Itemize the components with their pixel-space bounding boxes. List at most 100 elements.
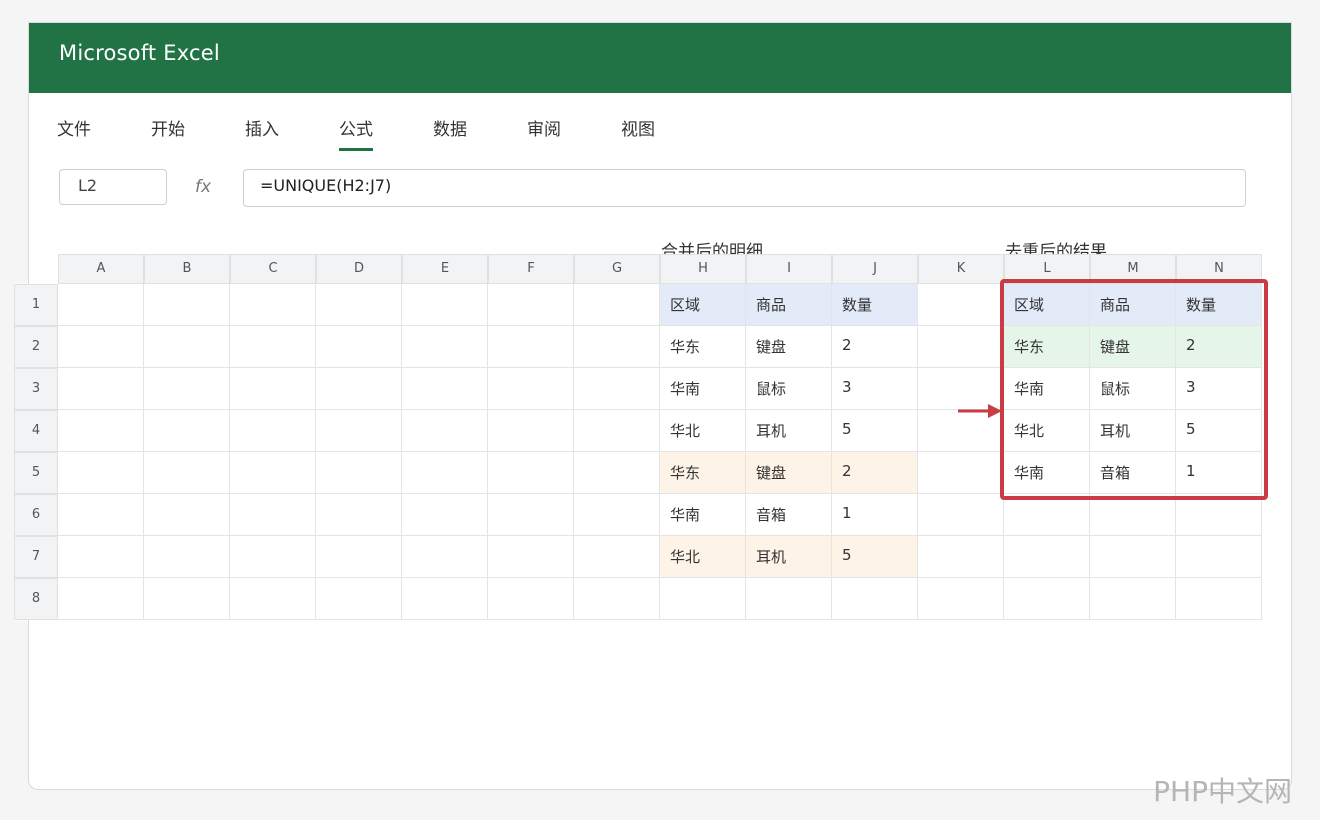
cell-l8[interactable]	[1004, 578, 1090, 620]
cell-c4[interactable]	[230, 410, 316, 452]
cell-j6[interactable]: 1	[832, 494, 918, 536]
cell-j5[interactable]: 2	[832, 452, 918, 494]
cell-d5[interactable]	[316, 452, 402, 494]
cell-b8[interactable]	[144, 578, 230, 620]
cell-f7[interactable]	[488, 536, 574, 578]
cell-l7[interactable]	[1004, 536, 1090, 578]
row-header-8[interactable]: 8	[14, 578, 58, 620]
column-header-e[interactable]: E	[402, 254, 488, 284]
column-header-b[interactable]: B	[144, 254, 230, 284]
row-header-2[interactable]: 2	[14, 326, 58, 368]
row-header-5[interactable]: 5	[14, 452, 58, 494]
cell-h7[interactable]: 华北	[660, 536, 746, 578]
cell-i7[interactable]: 耳机	[746, 536, 832, 578]
column-header-d[interactable]: D	[316, 254, 402, 284]
cell-d8[interactable]	[316, 578, 402, 620]
row-header-7[interactable]: 7	[14, 536, 58, 578]
tab-review[interactable]: 审阅	[527, 115, 561, 148]
cell-d3[interactable]	[316, 368, 402, 410]
cell-e3[interactable]	[402, 368, 488, 410]
row-header-1[interactable]: 1	[14, 284, 58, 326]
cell-c5[interactable]	[230, 452, 316, 494]
cell-h6[interactable]: 华南	[660, 494, 746, 536]
cell-b6[interactable]	[144, 494, 230, 536]
cell-g1[interactable]	[574, 284, 660, 326]
cell-f1[interactable]	[488, 284, 574, 326]
cell-b4[interactable]	[144, 410, 230, 452]
row-header-4[interactable]: 4	[14, 410, 58, 452]
cell-i3[interactable]: 鼠标	[746, 368, 832, 410]
row-header-3[interactable]: 3	[14, 368, 58, 410]
cell-e5[interactable]	[402, 452, 488, 494]
cell-k7[interactable]	[918, 536, 1004, 578]
cell-k2[interactable]	[918, 326, 1004, 368]
cell-g8[interactable]	[574, 578, 660, 620]
cell-a3[interactable]	[58, 368, 144, 410]
cell-a7[interactable]	[58, 536, 144, 578]
column-header-j[interactable]: J	[832, 254, 918, 284]
row-header-6[interactable]: 6	[14, 494, 58, 536]
cell-j4[interactable]: 5	[832, 410, 918, 452]
cell-j8[interactable]	[832, 578, 918, 620]
cell-f3[interactable]	[488, 368, 574, 410]
cell-e2[interactable]	[402, 326, 488, 368]
column-header-k[interactable]: K	[918, 254, 1004, 284]
cell-h4[interactable]: 华北	[660, 410, 746, 452]
cell-l6[interactable]	[1004, 494, 1090, 536]
column-header-g[interactable]: G	[574, 254, 660, 284]
cell-f6[interactable]	[488, 494, 574, 536]
cell-e6[interactable]	[402, 494, 488, 536]
cell-d1[interactable]	[316, 284, 402, 326]
cell-b7[interactable]	[144, 536, 230, 578]
cell-i5[interactable]: 键盘	[746, 452, 832, 494]
cell-a1[interactable]	[58, 284, 144, 326]
cell-a4[interactable]	[58, 410, 144, 452]
cell-g4[interactable]	[574, 410, 660, 452]
cell-a5[interactable]	[58, 452, 144, 494]
cell-b5[interactable]	[144, 452, 230, 494]
cell-k6[interactable]	[918, 494, 1004, 536]
cell-c3[interactable]	[230, 368, 316, 410]
cell-n7[interactable]	[1176, 536, 1262, 578]
cell-b3[interactable]	[144, 368, 230, 410]
cell-j7[interactable]: 5	[832, 536, 918, 578]
cell-c2[interactable]	[230, 326, 316, 368]
cell-n6[interactable]	[1176, 494, 1262, 536]
cell-g6[interactable]	[574, 494, 660, 536]
cell-c6[interactable]	[230, 494, 316, 536]
cell-h3[interactable]: 华南	[660, 368, 746, 410]
cell-i4[interactable]: 耳机	[746, 410, 832, 452]
column-header-h[interactable]: H	[660, 254, 746, 284]
cell-j2[interactable]: 2	[832, 326, 918, 368]
column-header-f[interactable]: F	[488, 254, 574, 284]
cell-h8[interactable]	[660, 578, 746, 620]
cell-e8[interactable]	[402, 578, 488, 620]
cell-b2[interactable]	[144, 326, 230, 368]
cell-m7[interactable]	[1090, 536, 1176, 578]
tab-view[interactable]: 视图	[621, 115, 655, 148]
cell-k1[interactable]	[918, 284, 1004, 326]
cell-m6[interactable]	[1090, 494, 1176, 536]
cell-i2[interactable]: 键盘	[746, 326, 832, 368]
cell-d4[interactable]	[316, 410, 402, 452]
tab-formulas[interactable]: 公式	[339, 115, 373, 151]
cell-m8[interactable]	[1090, 578, 1176, 620]
cell-i6[interactable]: 音箱	[746, 494, 832, 536]
cell-g5[interactable]	[574, 452, 660, 494]
cell-g2[interactable]	[574, 326, 660, 368]
cell-a2[interactable]	[58, 326, 144, 368]
cell-e7[interactable]	[402, 536, 488, 578]
name-box[interactable]: L2	[59, 169, 167, 205]
tab-data[interactable]: 数据	[433, 115, 467, 148]
cell-h2[interactable]: 华东	[660, 326, 746, 368]
cell-j3[interactable]: 3	[832, 368, 918, 410]
cell-g3[interactable]	[574, 368, 660, 410]
cell-c8[interactable]	[230, 578, 316, 620]
cell-e4[interactable]	[402, 410, 488, 452]
tab-home[interactable]: 开始	[151, 115, 185, 148]
cell-b1[interactable]	[144, 284, 230, 326]
cell-e1[interactable]	[402, 284, 488, 326]
cell-i8[interactable]	[746, 578, 832, 620]
cell-f8[interactable]	[488, 578, 574, 620]
cell-d7[interactable]	[316, 536, 402, 578]
